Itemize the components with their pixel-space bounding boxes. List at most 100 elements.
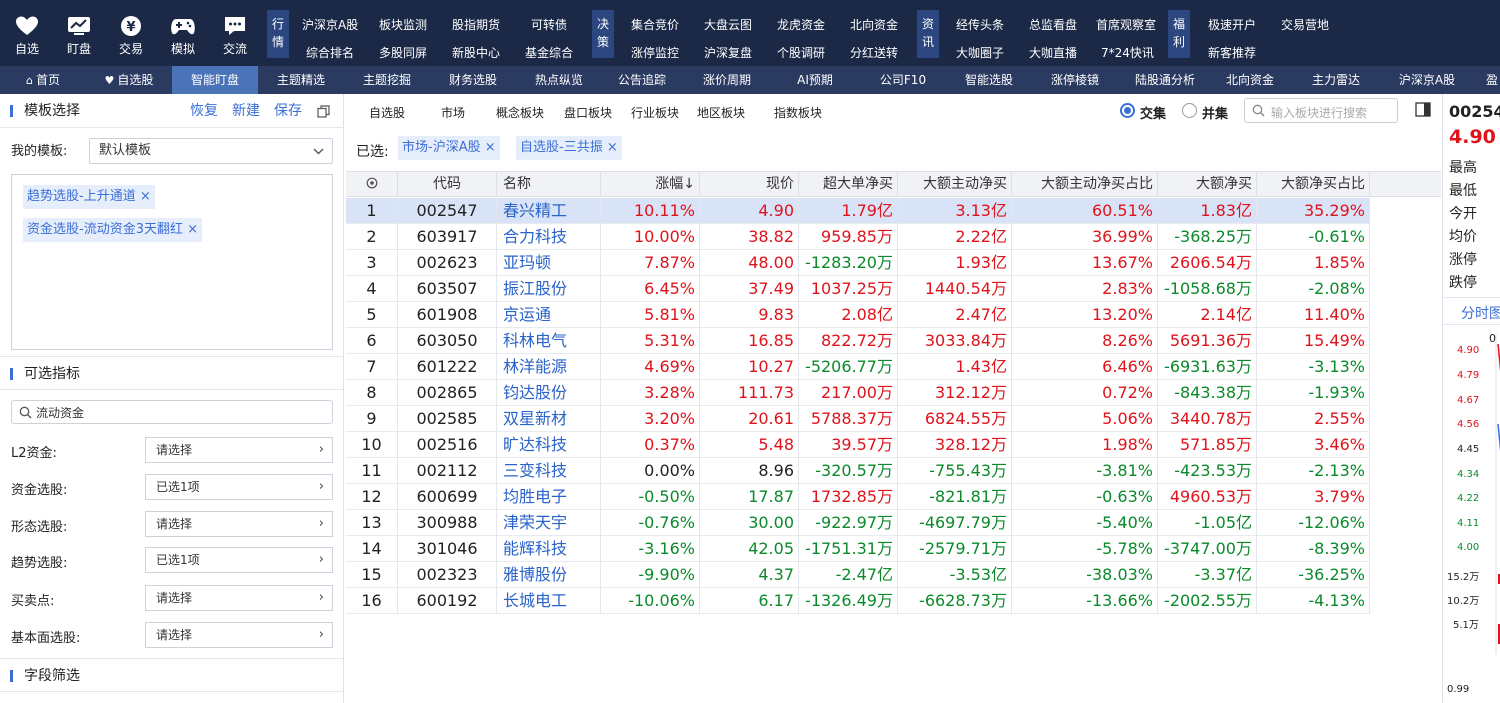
nav-link[interactable]: 沪深复盘 [704, 44, 752, 61]
nav-group-welfare[interactable]: 福利 [1168, 10, 1190, 58]
stock-name[interactable]: 林洋能源 [497, 354, 601, 380]
subtab-market[interactable]: 市场 [441, 104, 465, 121]
table-row[interactable]: 12 600699 均胜电子 -0.50% 17.87 1732.85万 -821.81万 -… [346, 484, 1370, 510]
nav-link[interactable]: 集合竞价 [631, 16, 679, 33]
panel-toggle-icon[interactable] [1415, 102, 1431, 117]
table-row[interactable]: 8 002865 钧达股份 3.28% 111.73 217.00万 312.12万 0.72… [346, 380, 1370, 406]
nav-monitor[interactable]: 盯盘 [53, 0, 105, 66]
stock-name[interactable]: 振江股份 [497, 276, 601, 302]
nav-link[interactable]: 沪深京A股 [302, 16, 358, 33]
stock-name[interactable]: 双星新材 [497, 406, 601, 432]
nav-link[interactable]: 涨停监控 [631, 44, 679, 61]
table-row[interactable]: 5 601908 京运通 5.81% 9.83 2.08亿 2.47亿 13.20% 2.14亿… [346, 302, 1370, 328]
table-row[interactable]: 6 603050 科林电气 5.31% 16.85 822.72万 3033.84万 8.26… [346, 328, 1370, 354]
nav-link[interactable]: 板块监测 [379, 16, 427, 33]
nav-link[interactable]: 新客推荐 [1208, 44, 1256, 61]
column-header-change[interactable]: 涨幅↓ [601, 172, 700, 196]
tab-northbound[interactable]: 北向资金 [1210, 66, 1290, 94]
stock-name[interactable]: 均胜电子 [497, 484, 601, 510]
column-header-price[interactable]: 现价 [700, 172, 799, 196]
table-row[interactable]: 7 601222 林洋能源 4.69% 10.27 -5206.77万 1.43亿 6.46%… [346, 354, 1370, 380]
filter-tag[interactable]: 市场-沪深A股 × [398, 136, 500, 160]
column-settings[interactable] [346, 172, 398, 196]
nav-link[interactable]: 经传头条 [956, 16, 1004, 33]
table-row[interactable]: 10 002516 旷达科技 0.37% 5.48 39.57万 328.12万 1.98% 5… [346, 432, 1370, 458]
stock-name[interactable]: 长城电工 [497, 588, 601, 614]
stock-name[interactable]: 旷达科技 [497, 432, 601, 458]
table-row[interactable]: 3 002623 亚玛顿 7.87% 48.00 -1283.20万 1.93亿 13.67%… [346, 250, 1370, 276]
close-icon[interactable]: × [187, 222, 198, 237]
nav-link[interactable]: 分红送转 [850, 44, 898, 61]
column-header-large-active[interactable]: 大额主动净买 [898, 172, 1012, 196]
nav-link[interactable]: 综合排名 [306, 44, 354, 61]
column-header-name[interactable]: 名称 [497, 172, 601, 196]
nav-link[interactable]: 极速开户 [1208, 16, 1256, 33]
tab-smart-screen[interactable]: 智能选股 [948, 66, 1030, 94]
tab-a-shares[interactable]: 沪深京A股 [1382, 66, 1472, 94]
stock-name[interactable]: 钧达股份 [497, 380, 601, 406]
tab-main-radar[interactable]: 主力雷达 [1290, 66, 1382, 94]
table-row[interactable]: 11 002112 三变科技 0.00% 8.96 -320.57万 -755.43万 -3.… [346, 458, 1370, 484]
nav-link[interactable]: 大咖直播 [1029, 44, 1077, 61]
template-select[interactable]: 默认模板 [89, 138, 333, 164]
copy-icon[interactable] [317, 105, 330, 118]
tab-ai-forecast[interactable]: AI预期 [772, 66, 858, 94]
nav-link[interactable]: 北向资金 [850, 16, 898, 33]
tab-overflow[interactable]: 盈 [1472, 66, 1500, 94]
nav-link[interactable]: 总监看盘 [1029, 16, 1077, 33]
tab-financial-screen[interactable]: 财务选股 [430, 66, 516, 94]
intersect-radio[interactable] [1120, 103, 1135, 118]
nav-simulate[interactable]: 模拟 [157, 0, 209, 66]
stock-name[interactable]: 春兴精工 [497, 198, 601, 224]
tab-f10[interactable]: 公司F10 [858, 66, 948, 94]
nav-link[interactable]: 大盘云图 [704, 16, 752, 33]
stock-name[interactable]: 雅博股份 [497, 562, 601, 588]
table-row[interactable]: 15 002323 雅博股份 -9.90% 4.37 -2.47亿 -3.53亿 -38.03… [346, 562, 1370, 588]
column-header-code[interactable]: 代码 [398, 172, 497, 196]
subtab-index[interactable]: 指数板块 [774, 104, 822, 121]
table-row[interactable]: 4 603507 振江股份 6.45% 37.49 1037.25万 1440.54万 2.8… [346, 276, 1370, 302]
tab-announcements[interactable]: 公告追踪 [602, 66, 682, 94]
table-row[interactable]: 9 002585 双星新材 3.20% 20.61 5788.37万 6824.55万 5.0… [346, 406, 1370, 432]
nav-favorites[interactable]: 自选 [1, 0, 53, 66]
stock-name[interactable]: 津荣天宇 [497, 510, 601, 536]
tab-home[interactable]: ⌂ 首页 [0, 66, 86, 94]
nav-group-market[interactable]: 行情 [267, 10, 289, 58]
table-row[interactable]: 14 301046 能辉科技 -3.16% 42.05 -1751.31万 -2579.71… [346, 536, 1370, 562]
nav-link[interactable]: 可转债 [531, 16, 567, 33]
stock-name[interactable]: 能辉科技 [497, 536, 601, 562]
nav-community[interactable]: 交流 [209, 0, 261, 66]
subtab-concept[interactable]: 概念板块 [496, 104, 544, 121]
nav-group-decision[interactable]: 决策 [592, 10, 614, 58]
nav-link[interactable]: 多股同屏 [379, 44, 427, 61]
column-header-large-active-ratio[interactable]: 大额主动净买占比 [1012, 172, 1158, 196]
subtab-handicap[interactable]: 盘口板块 [564, 104, 612, 121]
filter-pattern-select[interactable]: 请选择 › [145, 511, 333, 537]
sector-search-input[interactable]: 输入板块进行搜索 [1244, 98, 1398, 123]
table-row[interactable]: 2 603917 合力科技 10.00% 38.82 959.85万 2.22亿 36.99%… [346, 224, 1370, 250]
nav-link[interactable]: 新股中心 [452, 44, 500, 61]
subtab-region[interactable]: 地区板块 [697, 104, 745, 121]
close-icon[interactable]: × [485, 140, 496, 155]
tab-theme-mining[interactable]: 主题挖掘 [344, 66, 430, 94]
stock-name[interactable]: 科林电气 [497, 328, 601, 354]
filter-trend-select[interactable]: 已选1项 › [145, 547, 333, 573]
template-tag[interactable]: 趋势选股-上升通道 × [23, 185, 155, 209]
nav-link[interactable]: 股指期货 [452, 16, 500, 33]
close-icon[interactable]: × [607, 140, 618, 155]
tab-smart-monitor[interactable]: 智能盯盘 [172, 66, 258, 94]
stock-name[interactable]: 三变科技 [497, 458, 601, 484]
restore-button[interactable]: 恢复 [190, 94, 218, 128]
nav-link[interactable]: 交易营地 [1281, 16, 1329, 33]
table-row[interactable]: 1 002547 春兴精工 10.11% 4.90 1.79亿 3.13亿 60.51% 1.8… [346, 198, 1370, 224]
nav-trade[interactable]: ¥ 交易 [105, 0, 157, 66]
nav-group-news[interactable]: 资讯 [917, 10, 939, 58]
stock-name[interactable]: 京运通 [497, 302, 601, 328]
tab-hotspot[interactable]: 热点纵览 [516, 66, 602, 94]
tab-watchlist[interactable]: ♥ 自选股 [86, 66, 172, 94]
subtab-watchlist[interactable]: 自选股 [369, 104, 405, 121]
template-tag[interactable]: 资金选股-流动资金3天翻红 × [23, 218, 203, 242]
close-icon[interactable]: × [140, 189, 151, 204]
column-header-large-net-ratio[interactable]: 大额净买占比 [1257, 172, 1370, 196]
tab-price-cycle[interactable]: 涨价周期 [682, 66, 772, 94]
